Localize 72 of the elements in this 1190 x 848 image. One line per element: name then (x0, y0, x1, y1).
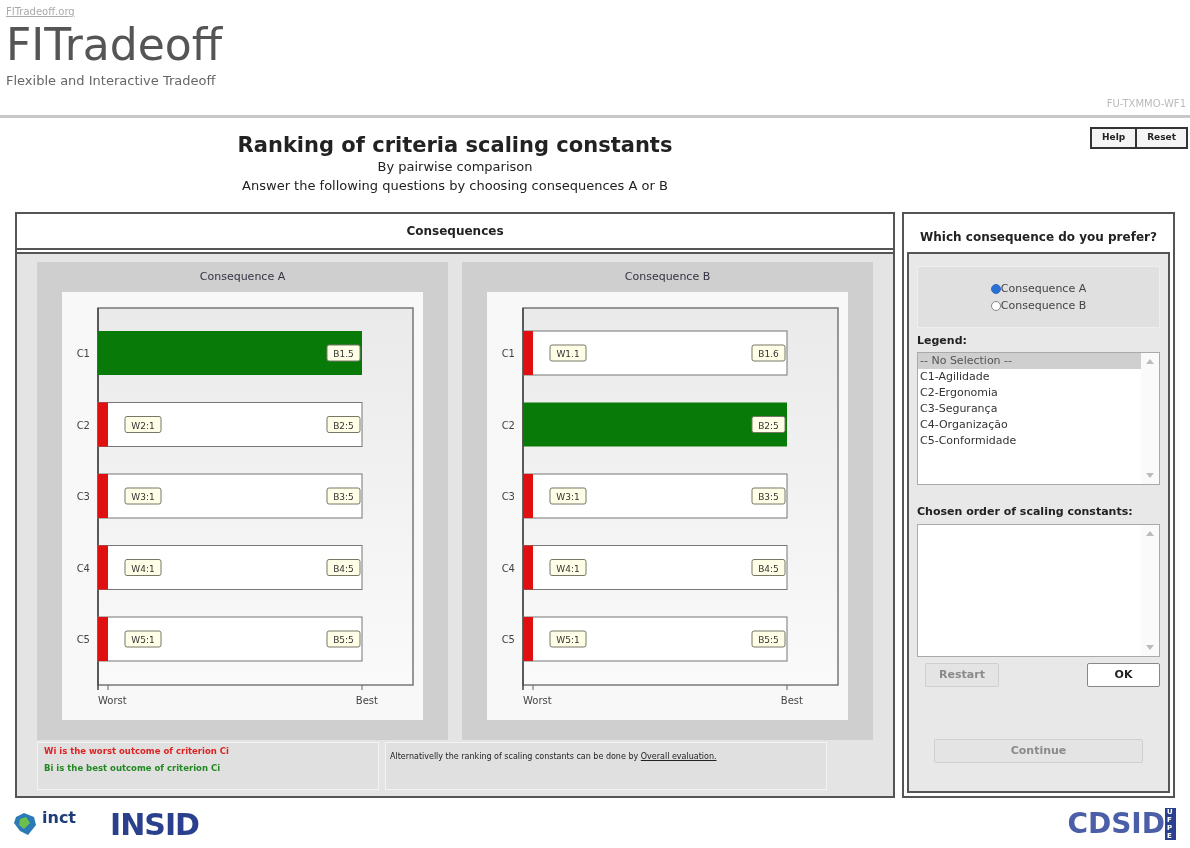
scroll-down-icon[interactable] (1146, 473, 1154, 478)
panel-title: Consequences (17, 214, 893, 250)
list-item[interactable]: -- No Selection -- (918, 353, 1141, 369)
logo-subtitle: Flexible and Interactive Tradeoff (6, 72, 217, 90)
worst-label: W2:1 (124, 416, 162, 433)
criterion-label: C4 (76, 562, 90, 574)
radio-button[interactable] (990, 283, 1001, 294)
best-label: B4:5 (751, 559, 786, 576)
axis-label: Best (780, 695, 803, 706)
worst-label: W4:1 (124, 559, 162, 576)
logo-title: FITradeoff (6, 21, 224, 69)
legend-note: Wi is the worst outcome of criterion Ci (44, 745, 230, 758)
legend-label: Legend: (917, 334, 968, 348)
radio-button[interactable] (990, 300, 1001, 311)
scrollbar[interactable] (1141, 353, 1159, 484)
worst-label: W5:1 (124, 630, 162, 648)
worst-label: W1.1 (549, 344, 587, 362)
best-label: B2:5 (326, 416, 361, 433)
insid-logo-text: INSID (110, 805, 199, 844)
axis-label: Worst (523, 695, 552, 706)
radio-option[interactable]: Consequence B (990, 297, 1087, 314)
criterion-label: C2 (76, 419, 90, 431)
inct-logo-text: inct (42, 807, 76, 829)
scroll-up-icon[interactable] (1146, 531, 1154, 536)
worst-label: W4:1 (549, 559, 587, 576)
page-subtitle: By pairwise comparison (377, 158, 533, 176)
page-title: Ranking of criteria scaling constants (237, 132, 673, 158)
best-label: B5:5 (326, 630, 361, 648)
alternative-text: Alternativelly the ranking of scaling constants can be done by Overall evaluation. (390, 752, 717, 761)
criterion-label: C1 (76, 348, 90, 359)
list-item[interactable]: C1-Agilidade (918, 369, 1141, 385)
page-code: FU-TXMMO-WF1 (1106, 97, 1186, 111)
best-label: B4:5 (326, 559, 361, 576)
ok-button[interactable]: OK (1087, 663, 1160, 687)
scrollbar[interactable] (1141, 525, 1159, 656)
worst-label: W3:1 (549, 487, 587, 505)
criterion-label: C5 (501, 634, 515, 645)
scroll-down-icon[interactable] (1146, 645, 1154, 650)
legend-list[interactable]: -- No Selection -- C1-Agilidade C2-Ergonomia C3-Segurança C4-Organização C5-Conformidade (917, 352, 1160, 485)
order-label: Chosen order of scaling constants: (917, 505, 1134, 519)
order-list[interactable] (917, 524, 1160, 657)
list-item[interactable]: C2-Ergonomia (918, 385, 1141, 401)
list-item[interactable]: C5-Conformidade (918, 433, 1141, 449)
list-item[interactable]: C4-Organização (918, 417, 1141, 433)
best-label: B5:5 (751, 630, 786, 648)
reset-button[interactable]: Reset (1137, 127, 1188, 149)
help-button[interactable]: Help (1090, 127, 1138, 149)
best-label: B1.5 (326, 344, 361, 362)
criterion-label: C3 (76, 491, 90, 502)
instruction-text: Answer the following questions by choosing consequences A or B (242, 177, 668, 195)
criterion-label: C2 (501, 419, 515, 431)
cdsid-logo-text: CDSID (1067, 806, 1165, 842)
best-label: B1.6 (751, 344, 786, 362)
criterion-label: C3 (501, 491, 515, 502)
worst-label: W3:1 (124, 487, 162, 505)
axis-label: Worst (98, 695, 127, 706)
overall-evaluation-link[interactable]: Overall evaluation. (640, 752, 717, 761)
panel-title: Which consequence do you prefer? (919, 229, 1158, 246)
axis-label: Best (355, 695, 378, 706)
scroll-up-icon[interactable] (1146, 359, 1154, 364)
worst-label: W5:1 (549, 630, 587, 648)
chart-title: Consequence B (624, 269, 711, 285)
best-label: B2:5 (751, 416, 786, 433)
list-item[interactable]: C3-Segurança (918, 401, 1141, 417)
criterion-label: C1 (501, 348, 515, 359)
best-label: B3:5 (326, 487, 361, 505)
legend-note: Bi is the best outcome of criterion Ci (44, 761, 222, 775)
criterion-label: C4 (501, 562, 515, 574)
best-label: B3:5 (751, 487, 786, 505)
criterion-label: C5 (76, 634, 90, 645)
radio-option[interactable]: Consequence A (990, 280, 1087, 297)
chart-title: Consequence A (199, 269, 286, 285)
